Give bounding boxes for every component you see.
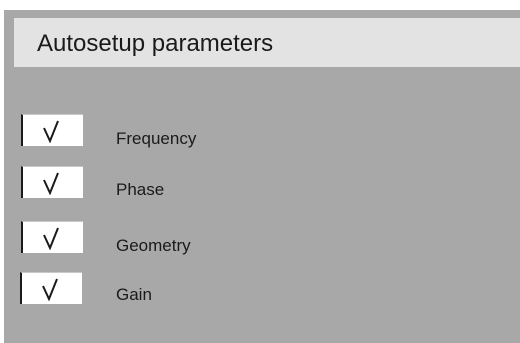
title-bar: Autosetup parameters xyxy=(14,18,520,67)
checkmark-icon xyxy=(43,172,59,195)
geometry-checkbox[interactable] xyxy=(21,221,83,253)
autosetup-panel: Autosetup parameters Frequency Phase Geo… xyxy=(4,10,520,343)
frequency-checkbox[interactable] xyxy=(21,114,83,146)
panel-title: Autosetup parameters xyxy=(37,30,274,57)
gain-label: Gain xyxy=(116,285,152,304)
option-row-phase: Phase xyxy=(4,166,520,200)
checkmark-icon xyxy=(43,227,59,250)
geometry-label: Geometry xyxy=(116,236,191,255)
frequency-label: Frequency xyxy=(116,129,197,148)
checkmark-icon xyxy=(43,120,59,143)
option-row-frequency: Frequency xyxy=(4,114,520,148)
phase-checkbox[interactable] xyxy=(21,166,83,198)
gain-checkbox[interactable] xyxy=(20,272,82,304)
checkmark-icon xyxy=(42,278,58,301)
phase-label: Phase xyxy=(116,180,165,199)
option-row-gain: Gain xyxy=(4,272,520,306)
option-row-geometry: Geometry xyxy=(4,221,520,255)
